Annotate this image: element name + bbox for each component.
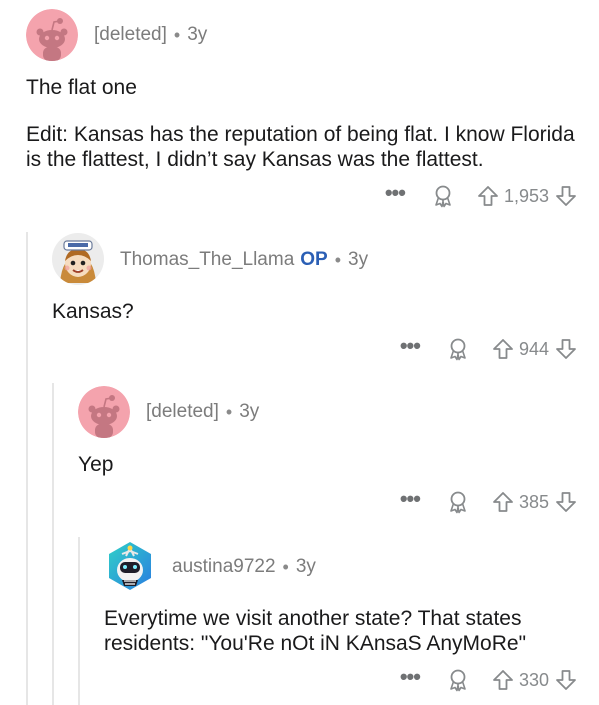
downvote-arrow-icon[interactable]: [555, 491, 577, 513]
comment-actions: ••• 944: [400, 334, 577, 364]
snoo-placeholder-icon: [26, 9, 78, 61]
user-avatar[interactable]: [104, 540, 156, 592]
op-badge: OP: [300, 249, 328, 270]
vote-count: 385: [518, 491, 549, 512]
llama-avatar-icon: [52, 233, 104, 285]
upvote-arrow-icon[interactable]: [492, 491, 514, 513]
comment-body: Kansas?: [52, 299, 572, 324]
comment-actions: ••• 330: [400, 665, 577, 695]
deleted-user-avatar[interactable]: [78, 386, 130, 438]
comment-paragraph: Everytime we visit another state? That s…: [104, 607, 527, 655]
separator-dot: •: [173, 24, 181, 45]
username-link[interactable]: austina9722: [172, 556, 276, 578]
robot-avatar-icon: [109, 542, 151, 590]
username-link[interactable]: Thomas_The_Llama: [120, 249, 294, 271]
comment-age: 3y: [348, 249, 369, 270]
snoo-placeholder-icon: [78, 386, 130, 438]
comment-actions: ••• 385: [400, 487, 577, 517]
deleted-user-avatar[interactable]: [26, 9, 78, 61]
user-avatar[interactable]: [52, 233, 104, 285]
upvote-arrow-icon[interactable]: [492, 338, 514, 360]
vote-count: 1,953: [503, 185, 549, 206]
more-options-icon[interactable]: •••: [400, 488, 421, 510]
comment-body: The flat one Edit: Kansas has the reputa…: [26, 75, 586, 172]
comment-meta: [deleted] • 3y: [146, 398, 259, 426]
username-link[interactable]: [deleted]: [146, 401, 219, 423]
thread-line-level-3: [78, 537, 80, 705]
downvote-arrow-icon[interactable]: [555, 669, 577, 691]
comment-meta: Thomas_The_Llama OP • 3y: [120, 246, 368, 274]
comment-age: 3y: [295, 556, 316, 577]
more-options-icon[interactable]: •••: [385, 182, 406, 204]
comment-body: Yep: [78, 452, 578, 477]
comment-paragraph: The flat one: [26, 76, 137, 99]
downvote-arrow-icon[interactable]: [555, 338, 577, 360]
comment-paragraph: Yep: [78, 453, 114, 476]
more-options-icon[interactable]: •••: [400, 335, 421, 357]
award-icon[interactable]: [446, 337, 470, 361]
comment-meta: [deleted] • 3y: [94, 21, 207, 49]
comment-meta: austina9722 • 3y: [172, 553, 316, 581]
award-icon[interactable]: [446, 668, 470, 692]
username-link[interactable]: [deleted]: [94, 24, 167, 46]
vote-count: 944: [518, 338, 549, 359]
separator-dot: •: [282, 556, 289, 577]
separator-dot: •: [225, 401, 233, 422]
award-icon[interactable]: [431, 184, 455, 208]
downvote-arrow-icon[interactable]: [555, 185, 577, 207]
award-icon[interactable]: [446, 490, 470, 514]
more-options-icon[interactable]: •••: [400, 666, 421, 688]
separator-dot: •: [334, 249, 342, 270]
comment-age: 3y: [239, 401, 260, 422]
comment-paragraph: Edit: Kansas has the reputation of being…: [26, 123, 575, 171]
comment-actions: ••• 1,953: [385, 181, 577, 211]
upvote-arrow-icon[interactable]: [477, 185, 499, 207]
upvote-arrow-icon[interactable]: [492, 669, 514, 691]
comment-age: 3y: [187, 24, 208, 45]
vote-count: 330: [518, 669, 549, 690]
comment-body: Everytime we visit another state? That s…: [104, 606, 574, 656]
thread-line-level-1: [26, 232, 28, 705]
comment-paragraph: Kansas?: [52, 300, 134, 323]
thread-line-level-2: [52, 383, 54, 705]
